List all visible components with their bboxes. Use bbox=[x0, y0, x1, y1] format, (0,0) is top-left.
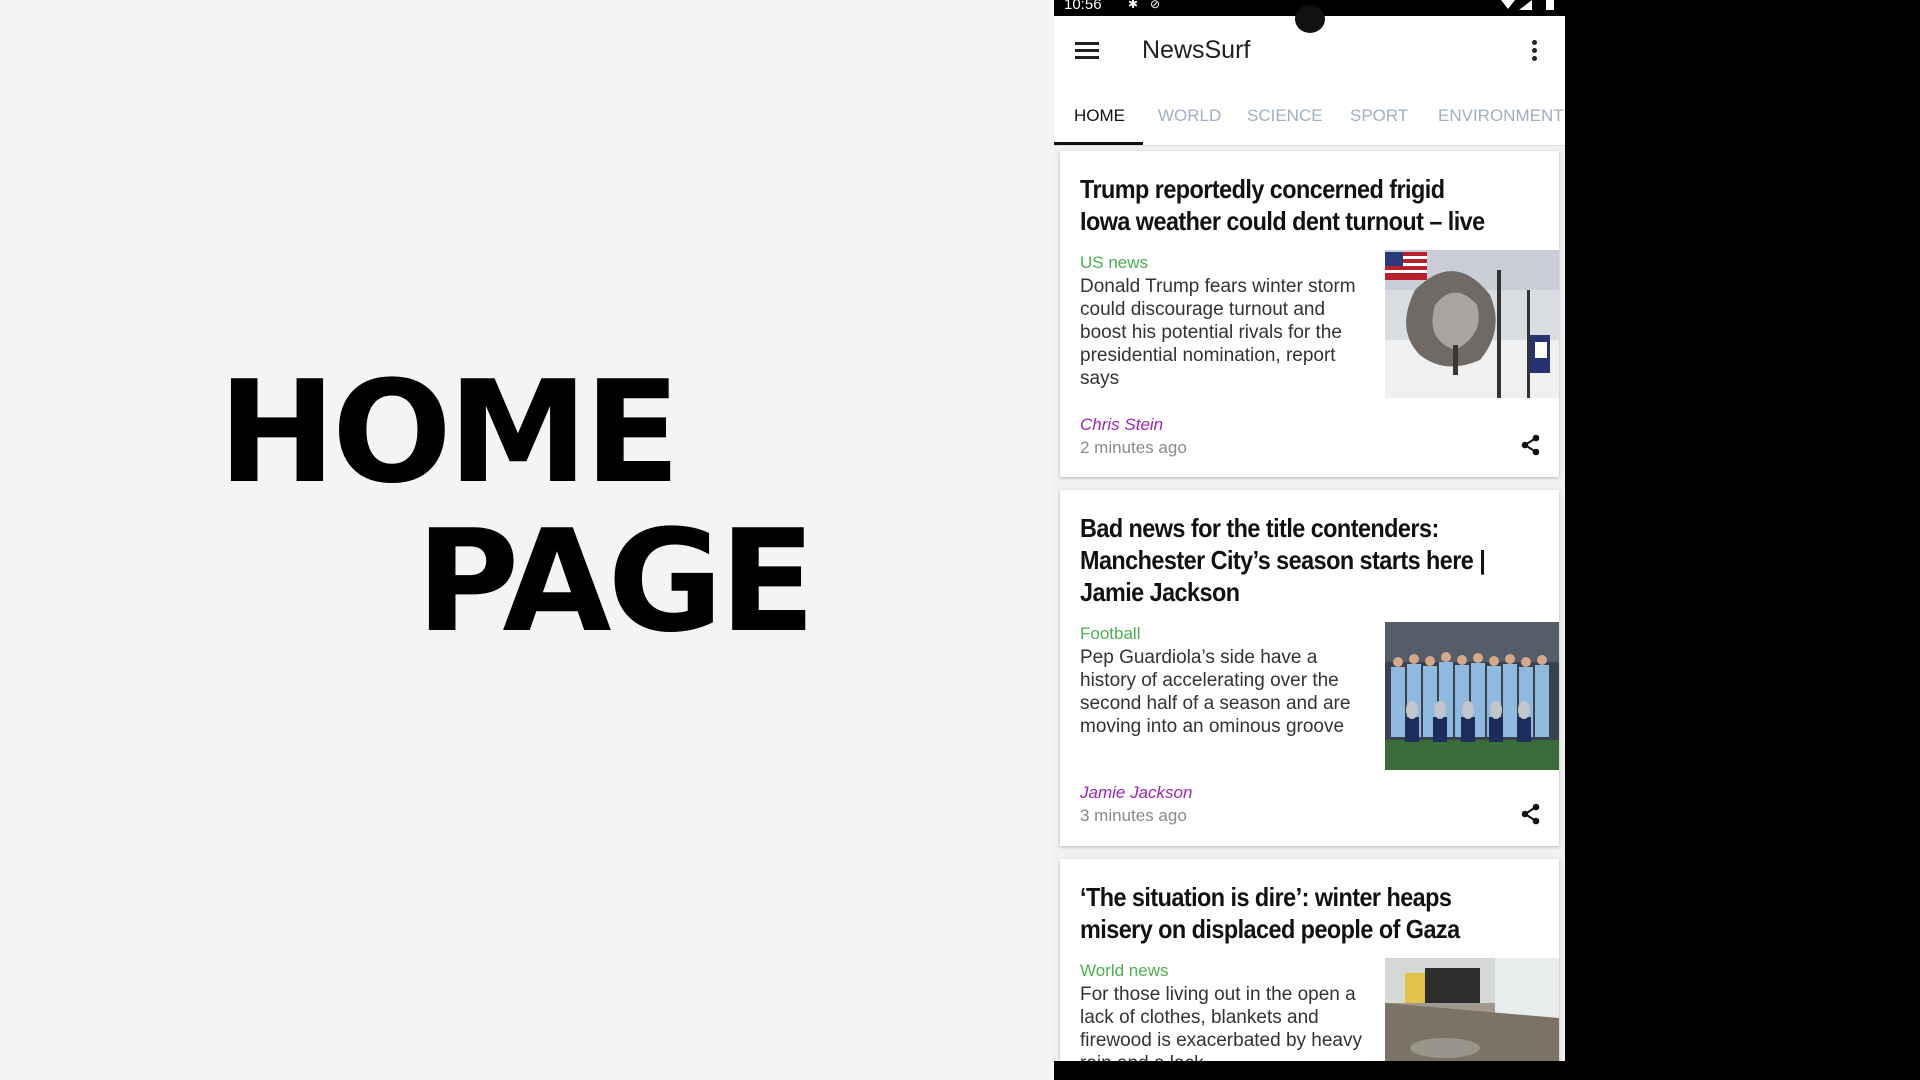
slide-title-page: PAGE bbox=[416, 500, 816, 664]
battery-icon bbox=[1546, 0, 1554, 10]
tab-home[interactable]: HOME bbox=[1074, 106, 1125, 126]
tab-science[interactable]: SCIENCE bbox=[1247, 106, 1323, 126]
app-title: NewsSurf bbox=[1142, 36, 1251, 64]
wifi-icon bbox=[1501, 0, 1515, 9]
article-summary: Donald Trump fears winter storm could di… bbox=[1080, 276, 1356, 389]
phone-screen: 10:56 ✱ ⊘ NewsSurf HOME WORLD SCIENCE SP… bbox=[1054, 0, 1565, 1080]
section-tabs: HOME WORLD SCIENCE SPORT ENVIRONMENT bbox=[1054, 86, 1565, 146]
article-card[interactable]: Trump reportedly concerned frigid Iowa w… bbox=[1060, 151, 1559, 477]
article-headline[interactable]: Bad news for the title contenders: Manch… bbox=[1080, 512, 1499, 608]
camera-cutout bbox=[1295, 5, 1325, 33]
article-author[interactable]: Jamie Jackson bbox=[1080, 783, 1192, 803]
status-time: 10:56 bbox=[1064, 0, 1102, 13]
article-summary: Pep Guardiola’s side have a history of a… bbox=[1080, 647, 1351, 737]
tab-sport[interactable]: SPORT bbox=[1350, 106, 1408, 126]
share-icon[interactable] bbox=[1521, 803, 1541, 825]
article-section[interactable]: US news bbox=[1080, 253, 1148, 273]
right-margin bbox=[1565, 0, 1920, 1080]
article-time: 3 minutes ago bbox=[1080, 806, 1187, 825]
signal-icon bbox=[1519, 0, 1532, 10]
more-options-icon[interactable] bbox=[1530, 40, 1538, 64]
article-card[interactable]: Bad news for the title contenders: Manch… bbox=[1060, 490, 1559, 846]
article-thumbnail[interactable] bbox=[1385, 622, 1559, 770]
article-card[interactable]: ‘The situation is dire’: winter heaps mi… bbox=[1060, 859, 1559, 1080]
article-section[interactable]: Football bbox=[1080, 624, 1140, 644]
slide-title-home: HOME bbox=[218, 351, 680, 515]
tab-world[interactable]: WORLD bbox=[1158, 106, 1221, 126]
active-tab-indicator bbox=[1054, 142, 1143, 145]
article-thumbnail[interactable] bbox=[1385, 250, 1559, 398]
tab-environment[interactable]: ENVIRONMENT bbox=[1438, 106, 1564, 126]
article-headline[interactable]: ‘The situation is dire’: winter heaps mi… bbox=[1080, 881, 1499, 945]
share-icon[interactable] bbox=[1521, 434, 1541, 456]
dnd-status-icon: ⊘ bbox=[1150, 0, 1161, 11]
settings-status-icon: ✱ bbox=[1128, 0, 1139, 11]
article-headline[interactable]: Trump reportedly concerned frigid Iowa w… bbox=[1080, 173, 1499, 237]
article-time: 2 minutes ago bbox=[1080, 438, 1187, 457]
hamburger-menu-icon[interactable] bbox=[1075, 42, 1099, 60]
article-section[interactable]: World news bbox=[1080, 961, 1169, 981]
navigation-bar bbox=[1054, 1061, 1565, 1080]
article-author[interactable]: Chris Stein bbox=[1080, 415, 1163, 435]
title-slide: HOME PAGE bbox=[0, 0, 1054, 1080]
